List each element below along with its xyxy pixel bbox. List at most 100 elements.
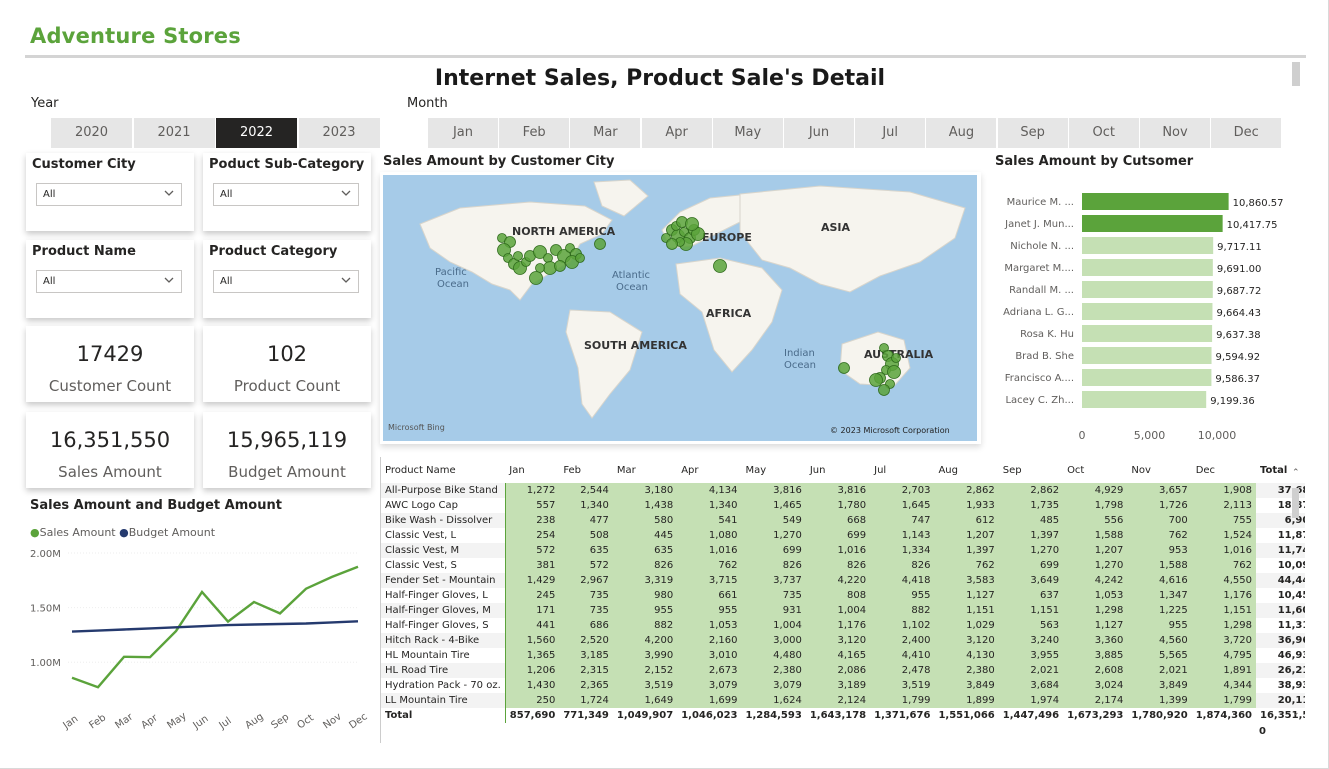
- month-option-sep[interactable]: Sep: [997, 118, 1068, 148]
- line-x-tick: Jun: [191, 713, 211, 732]
- customer-bar[interactable]: [1082, 259, 1213, 276]
- matrix-cell: 1,399: [1127, 693, 1192, 708]
- table-row[interactable]: Half-Finger Gloves, L 245 735 980 661 735 808 9…: [381, 588, 1305, 603]
- matrix-cell: 3,120: [934, 633, 999, 648]
- scroll-down-icon[interactable]: ⌄: [1292, 708, 1300, 718]
- customer-bar[interactable]: [1082, 237, 1214, 254]
- customer-bar[interactable]: [1082, 325, 1213, 342]
- table-row[interactable]: HL Mountain Tire 1,365 3,185 3,990 3,010 4,48…: [381, 648, 1305, 663]
- month-option-apr[interactable]: Apr: [641, 118, 712, 148]
- city-bubble[interactable]: [713, 259, 727, 273]
- customer-bar[interactable]: [1082, 391, 1207, 408]
- city-bubble[interactable]: [554, 260, 566, 272]
- matrix-header[interactable]: Jun: [806, 457, 870, 483]
- city-bubble[interactable]: [685, 217, 699, 231]
- matrix-product-name: Hitch Rack - 4-Bike: [381, 633, 506, 648]
- month-option-oct[interactable]: Oct: [1068, 118, 1139, 148]
- city-bubble[interactable]: [666, 238, 678, 250]
- matrix-cell: 477: [559, 513, 613, 528]
- city-bubble[interactable]: [891, 353, 901, 363]
- map-container[interactable]: NORTH AMERICA EUROPE ASIA AFRICA SOUTH A…: [380, 172, 981, 444]
- table-row[interactable]: Fender Set - Mountain 1,429 2,967 3,319 3,71…: [381, 573, 1305, 588]
- customer-bar[interactable]: [1082, 215, 1223, 232]
- city-bubble[interactable]: [529, 271, 543, 285]
- table-row[interactable]: All-Purpose Bike Stand 1,272 2,544 3,180 4,1…: [381, 483, 1305, 498]
- matrix-header[interactable]: Jan: [505, 457, 559, 483]
- month-option-may[interactable]: May: [712, 118, 783, 148]
- line-series-sales-amount[interactable]: [71, 565, 359, 689]
- month-option-jul[interactable]: Jul: [855, 118, 926, 148]
- table-row[interactable]: Classic Vest, L 254 508 445 1,080 1,270 699 1,1…: [381, 528, 1305, 543]
- city-bubble[interactable]: [878, 384, 890, 396]
- customer-bar[interactable]: [1082, 369, 1212, 386]
- page-scrollbar[interactable]: [1292, 62, 1300, 86]
- table-row[interactable]: HL Road Tire 1,206 2,315 2,152 2,673 2,380 2,0…: [381, 663, 1305, 678]
- product-sub-category-filter: Poduct Sub-Category All: [203, 153, 371, 231]
- month-option-dec[interactable]: Dec: [1211, 118, 1282, 148]
- table-row[interactable]: Hitch Rack - 4-Bike 1,560 2,520 4,200 2,160 3…: [381, 633, 1305, 648]
- matrix-header[interactable]: Nov: [1127, 457, 1191, 483]
- city-bubble[interactable]: [887, 365, 901, 379]
- matrix-cell: 3,955: [998, 648, 1064, 663]
- year-option-2023[interactable]: 2023: [298, 118, 380, 148]
- city-bubble[interactable]: [594, 238, 606, 250]
- month-option-jun[interactable]: Jun: [784, 118, 854, 148]
- product-category-dropdown[interactable]: All: [213, 270, 359, 293]
- month-option-aug[interactable]: Aug: [926, 118, 997, 148]
- customer-count-card: 17429 Customer Count: [26, 326, 194, 402]
- city-bubble[interactable]: [543, 253, 553, 263]
- world-map[interactable]: NORTH AMERICA EUROPE ASIA AFRICA SOUTH A…: [380, 172, 981, 444]
- matrix-header[interactable]: Oct: [1063, 457, 1127, 483]
- city-bubble[interactable]: [869, 373, 883, 387]
- matrix-header[interactable]: Sep: [999, 457, 1063, 483]
- product-name-dropdown[interactable]: All: [36, 270, 182, 293]
- customer-bar[interactable]: [1082, 193, 1229, 210]
- customer-bar[interactable]: [1082, 281, 1213, 298]
- matrix-header[interactable]: Dec: [1192, 457, 1256, 483]
- label-asia: ASIA: [821, 221, 851, 234]
- city-bubble[interactable]: [575, 253, 585, 263]
- customer-bar[interactable]: [1082, 303, 1213, 320]
- table-row[interactable]: Half-Finger Gloves, S 441 686 882 1,053 1,004…: [381, 618, 1305, 633]
- table-row[interactable]: LL Mountain Tire 250 1,724 1,649 1,699 1,624 2…: [381, 693, 1305, 708]
- table-row[interactable]: Classic Vest, S 381 572 826 762 826 826 826 762 6…: [381, 558, 1305, 573]
- matrix-header[interactable]: May: [742, 457, 806, 483]
- matrix-cell: 3,649: [998, 573, 1064, 588]
- matrix-header[interactable]: Apr: [677, 457, 741, 483]
- matrix-scrollbar[interactable]: [1292, 488, 1299, 518]
- matrix-header[interactable]: Feb: [559, 457, 613, 483]
- table-row[interactable]: Classic Vest, M 572 635 635 1,016 699 1,016 1,3…: [381, 543, 1305, 558]
- matrix-header[interactable]: Aug: [934, 457, 998, 483]
- city-bubble[interactable]: [838, 362, 850, 374]
- brand-title: Adventure Stores: [30, 24, 241, 48]
- month-option-nov[interactable]: Nov: [1140, 118, 1210, 148]
- table-row[interactable]: AWC Logo Cap 557 1,340 1,438 1,340 1,465 1,780…: [381, 498, 1305, 513]
- matrix-cell: 747: [870, 513, 935, 528]
- city-bubble[interactable]: [513, 251, 523, 261]
- line-series-budget-amount[interactable]: [71, 620, 359, 633]
- matrix-header[interactable]: Jul: [870, 457, 934, 483]
- city-bubble[interactable]: [535, 263, 545, 273]
- matrix-cell: 1,053: [1063, 588, 1128, 603]
- matrix-header[interactable]: Mar: [613, 457, 677, 483]
- legend-dot-icon: ●: [119, 526, 129, 539]
- month-option-mar[interactable]: Mar: [570, 118, 641, 148]
- matrix-total-cell: 1,780,920: [1131, 710, 1188, 721]
- customer-bar[interactable]: [1082, 347, 1212, 364]
- table-row[interactable]: Half-Finger Gloves, M 171 735 955 955 931 1,00…: [381, 603, 1305, 618]
- matrix-header[interactable]: Product Name: [381, 457, 505, 483]
- matrix-cell: 1,724: [559, 693, 613, 708]
- bar-category-label: Rosa K. Hu: [1020, 329, 1074, 340]
- product-sub-category-dropdown[interactable]: All: [213, 183, 359, 206]
- table-row[interactable]: Hydration Pack - 70 oz. 1,430 2,365 3,519 3,…: [381, 678, 1305, 693]
- year-option-2020[interactable]: 2020: [51, 118, 132, 148]
- month-option-feb[interactable]: Feb: [499, 118, 570, 148]
- table-row[interactable]: Bike Wash - Dissolver 238 477 580 541 549 668 7…: [381, 513, 1305, 528]
- bar-value-label: 9,717.11: [1217, 242, 1262, 253]
- month-option-jan[interactable]: Jan: [428, 118, 498, 148]
- matrix-cell: 3,120: [805, 633, 871, 648]
- scroll-up-icon[interactable]: ⌃: [1292, 468, 1300, 478]
- year-option-2021[interactable]: 2021: [133, 118, 215, 148]
- year-option-2022[interactable]: 2022: [216, 118, 297, 148]
- customer-city-dropdown[interactable]: All: [36, 183, 182, 206]
